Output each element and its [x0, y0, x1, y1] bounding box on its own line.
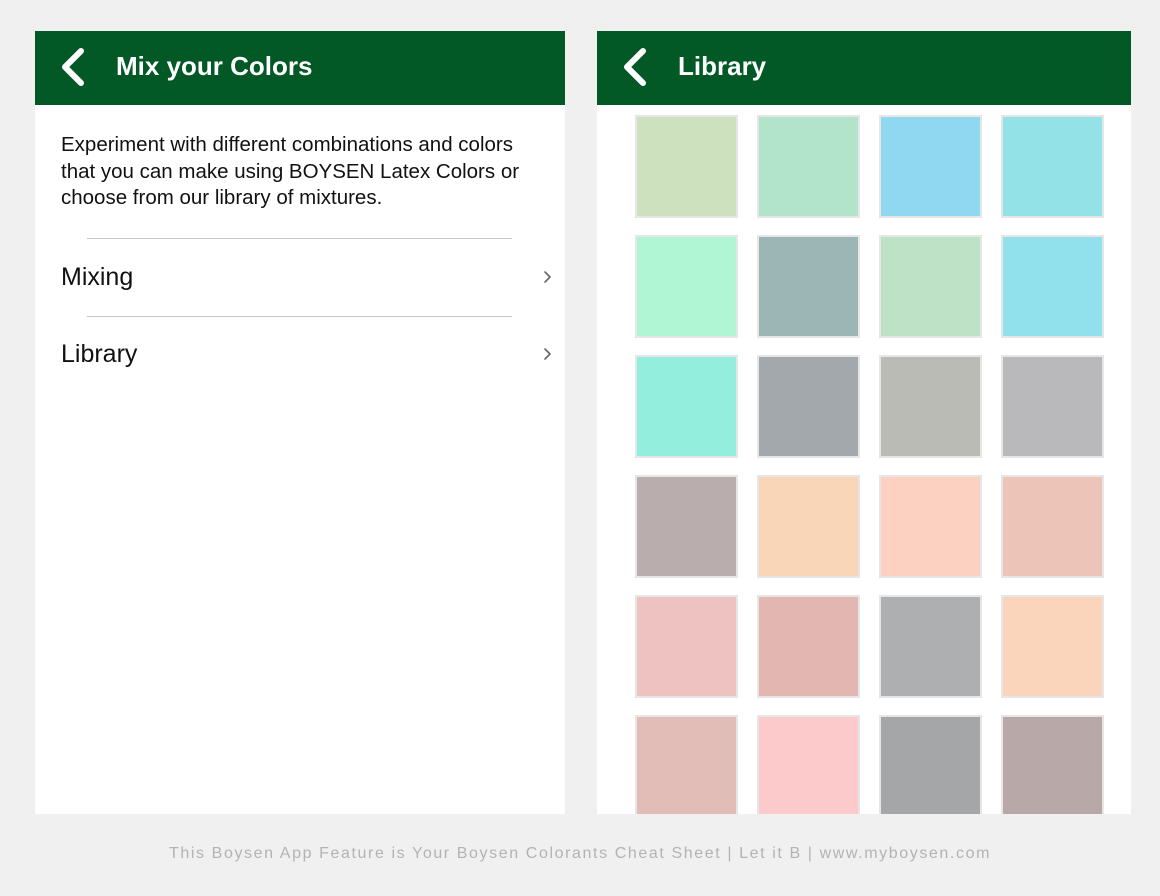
menu-item-library[interactable]: Library	[35, 324, 565, 384]
color-swatch[interactable]	[1001, 355, 1104, 458]
color-swatch[interactable]	[635, 115, 738, 218]
color-swatch[interactable]	[757, 235, 860, 338]
color-swatch[interactable]	[635, 475, 738, 578]
intro-description: Experiment with different combinations a…	[61, 133, 520, 209]
mix-colors-screen: Mix your Colors Experiment with differen…	[35, 31, 565, 814]
color-swatch[interactable]	[1001, 115, 1104, 218]
color-swatch[interactable]	[1001, 235, 1104, 338]
color-swatch[interactable]	[879, 115, 982, 218]
chevron-right-icon	[544, 271, 551, 283]
divider	[87, 238, 512, 239]
color-swatch[interactable]	[635, 715, 738, 814]
chevron-left-icon	[62, 48, 84, 86]
color-swatch[interactable]	[879, 595, 982, 698]
color-swatch[interactable]	[879, 235, 982, 338]
color-swatch[interactable]	[757, 475, 860, 578]
color-swatch[interactable]	[1001, 475, 1104, 578]
library-header: Library	[597, 31, 1131, 105]
divider	[87, 316, 512, 317]
color-swatch[interactable]	[879, 475, 982, 578]
mix-colors-header: Mix your Colors	[35, 31, 565, 105]
color-swatch[interactable]	[1001, 715, 1104, 814]
back-button[interactable]	[619, 47, 659, 87]
color-swatch[interactable]	[879, 355, 982, 458]
menu-item-mixing[interactable]: Mixing	[35, 247, 565, 307]
chevron-right-icon	[544, 348, 551, 360]
color-swatch[interactable]	[635, 355, 738, 458]
color-swatch[interactable]	[757, 115, 860, 218]
color-swatch[interactable]	[635, 235, 738, 338]
color-swatch[interactable]	[635, 595, 738, 698]
page-title: Mix your Colors	[116, 51, 313, 81]
menu-item-label: Library	[61, 340, 138, 368]
page-title: Library	[678, 51, 767, 81]
color-swatch[interactable]	[1001, 595, 1104, 698]
back-button[interactable]	[57, 47, 97, 87]
color-swatch[interactable]	[757, 355, 860, 458]
color-swatch-grid	[635, 115, 1104, 814]
color-swatch[interactable]	[879, 715, 982, 814]
chevron-left-icon	[624, 48, 646, 86]
color-swatch[interactable]	[757, 715, 860, 814]
color-swatch[interactable]	[757, 595, 860, 698]
image-caption: This Boysen App Feature is Your Boysen C…	[169, 845, 991, 862]
library-screen: Library	[597, 31, 1131, 814]
menu-item-label: Mixing	[61, 263, 134, 291]
